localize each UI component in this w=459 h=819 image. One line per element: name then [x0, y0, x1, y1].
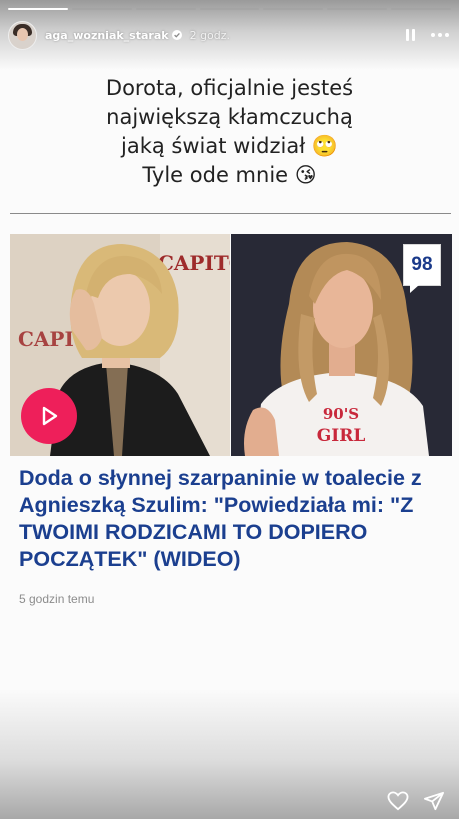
- tshirt-text: 90'S: [323, 405, 359, 423]
- verified-badge-icon: [171, 30, 182, 40]
- story-actions: [387, 791, 445, 811]
- story-time: 2 godz.: [189, 28, 231, 42]
- article-time: 5 godzin temu: [19, 592, 95, 606]
- story-viewer[interactable]: aga_wozniak_starak 2 godz. Dorota, oficj…: [0, 0, 459, 819]
- article-headline[interactable]: Doda o słynnej szarpaninie w toalecie z …: [19, 465, 449, 573]
- progress-segment: [327, 8, 388, 10]
- username[interactable]: aga_wozniak_starak: [45, 29, 169, 42]
- caption-line: największą kłamczuchą: [106, 105, 353, 129]
- score-badge: 98: [403, 244, 441, 293]
- article-image[interactable]: CAPITOL CAPITOL: [10, 234, 452, 456]
- send-icon[interactable]: [423, 791, 445, 811]
- progress-segment: [71, 8, 132, 10]
- more-options-icon[interactable]: [431, 33, 449, 37]
- tshirt-text: GIRL: [317, 426, 366, 446]
- caption-line: Dorota, oficjalnie jesteś: [105, 76, 354, 100]
- progress-segment: [199, 8, 260, 10]
- divider: [10, 213, 451, 214]
- avatar[interactable]: [8, 20, 37, 50]
- caption-line: Tyle ode mnie 😘: [142, 163, 317, 187]
- play-icon: [42, 406, 58, 426]
- story-progress-bar: [8, 8, 452, 10]
- play-video-button[interactable]: [21, 388, 77, 444]
- progress-segment: [391, 8, 452, 10]
- progress-segment: [135, 8, 196, 10]
- progress-segment: [263, 8, 324, 10]
- story-header: aga_wozniak_starak 2 godz.: [8, 20, 449, 50]
- progress-segment: [8, 8, 68, 10]
- pause-icon[interactable]: [406, 29, 415, 41]
- caption-line: jaką świat widział 🙄: [121, 134, 338, 158]
- progress-fill: [8, 8, 68, 10]
- story-caption: Dorota, oficjalnie jesteś największą kła…: [0, 74, 459, 190]
- avatar-face: [17, 27, 28, 41]
- heart-icon[interactable]: [387, 791, 409, 811]
